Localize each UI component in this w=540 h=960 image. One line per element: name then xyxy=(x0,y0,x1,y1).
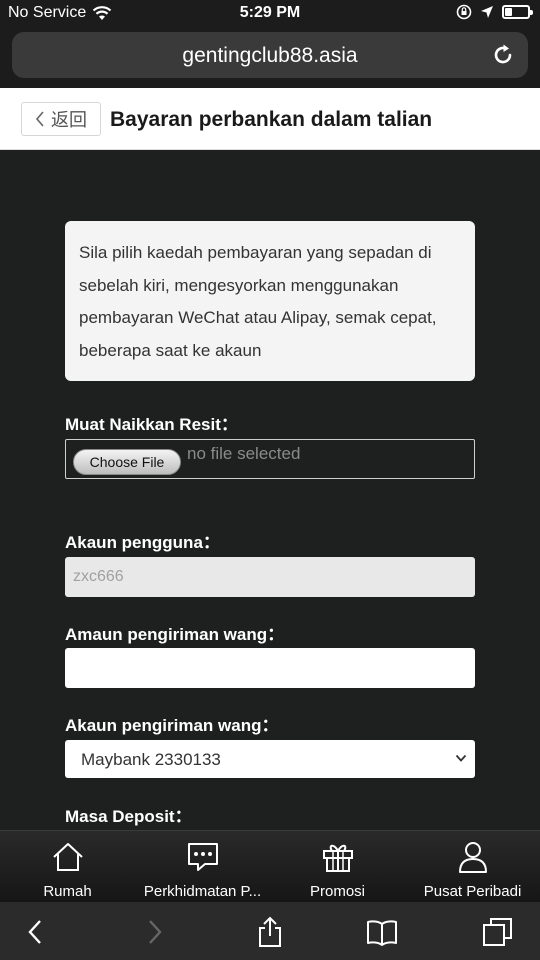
amount-input[interactable] xyxy=(65,648,475,688)
status-bar: No Service 5:29 PM xyxy=(0,0,540,28)
account-label: Akaun pengguna： xyxy=(65,533,220,552)
amount-label: Amaun pengiriman wang： xyxy=(65,625,285,644)
address-bar[interactable]: gentingclub88.asia xyxy=(12,32,528,78)
tab-label: Pusat Peribadi xyxy=(423,883,522,900)
tabs-icon[interactable] xyxy=(482,916,514,948)
account-input xyxy=(65,557,475,597)
browser-address-area: gentingclub88.asia xyxy=(0,28,540,88)
location-icon xyxy=(481,6,493,18)
tab-promotion[interactable]: Promosi xyxy=(270,837,405,901)
tab-label: Rumah xyxy=(43,883,92,900)
orientation-lock-icon xyxy=(456,4,472,20)
chat-icon xyxy=(187,843,218,871)
home-icon xyxy=(52,843,83,871)
bank-selected-value: Maybank 2330133 xyxy=(81,750,221,769)
page-header: 返回 Bayaran perbankan dalam talian xyxy=(0,88,540,150)
user-icon xyxy=(458,842,487,873)
status-right xyxy=(456,4,533,20)
deposit-time-label: Masa Deposit： xyxy=(65,807,192,826)
share-icon[interactable] xyxy=(254,916,286,948)
file-upload-field[interactable]: Choose File no file selected xyxy=(65,439,475,479)
forward-arrow-icon[interactable] xyxy=(138,916,170,948)
browser-toolbar xyxy=(0,902,540,960)
bottom-tab-bar: Rumah Perkhidmatan P... Promosi Pusat Pe… xyxy=(0,830,540,902)
notice-text: Sila pilih kaedah pembayaran yang sepada… xyxy=(79,243,437,360)
reload-icon[interactable] xyxy=(490,42,516,68)
notice-box: Sila pilih kaedah pembayaran yang sepada… xyxy=(65,221,475,381)
back-arrow-icon[interactable] xyxy=(20,916,52,948)
tab-profile[interactable]: Pusat Peribadi xyxy=(405,837,540,901)
tab-home[interactable]: Rumah xyxy=(0,837,135,901)
bank-account-select[interactable]: Maybank 2330133 xyxy=(65,740,475,778)
gift-icon xyxy=(322,844,353,872)
file-status: no file selected xyxy=(187,444,301,463)
battery-fill xyxy=(505,8,512,16)
back-label: 返回 xyxy=(51,110,87,130)
bookmarks-icon[interactable] xyxy=(366,916,398,948)
chevron-left-icon xyxy=(35,111,44,127)
tab-label: Promosi xyxy=(309,883,365,900)
choose-file-button[interactable]: Choose File xyxy=(73,449,181,475)
bank-label: Akaun pengiriman wang： xyxy=(65,716,279,735)
back-button[interactable]: 返回 xyxy=(21,102,101,136)
chevron-down-icon xyxy=(455,754,467,762)
tab-label: Perkhidmatan P... xyxy=(143,883,262,900)
page-title: Bayaran perbankan dalam talian xyxy=(110,108,433,131)
battery-icon xyxy=(502,5,533,19)
tab-service[interactable]: Perkhidmatan P... xyxy=(135,837,270,901)
upload-label: Muat Naikkan Resit： xyxy=(65,415,238,434)
url-text[interactable]: gentingclub88.asia xyxy=(12,44,528,68)
